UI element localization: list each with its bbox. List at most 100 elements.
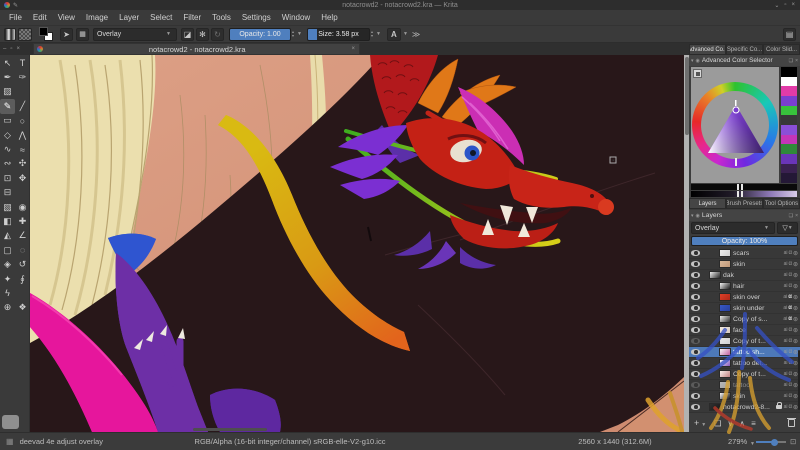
tool-bezier-curve[interactable]: ∿ xyxy=(0,142,15,156)
move-layer-down-button[interactable]: ∨ xyxy=(727,419,733,428)
layer-name[interactable]: Copy of t... xyxy=(733,338,782,345)
layer-visibility-icon[interactable] xyxy=(691,272,700,278)
canvas-only-button[interactable]: ⊡ xyxy=(790,437,796,446)
menu-layer[interactable]: Layer xyxy=(119,13,139,22)
size-caret-icon[interactable]: ▼ xyxy=(376,31,381,37)
alpha-inherit-icon[interactable]: ai xyxy=(784,393,788,399)
toolbox-grip[interactable] xyxy=(2,415,19,429)
tool-color-sampler[interactable]: ◉ xyxy=(15,200,30,214)
tool-pattern[interactable]: ▨ xyxy=(0,85,15,99)
layer-name[interactable]: skin under xyxy=(733,305,781,312)
alpha-inherit-icon[interactable]: ai xyxy=(784,283,788,289)
mirror-caret-icon[interactable]: ▼ xyxy=(403,31,408,37)
zoom-caret-icon[interactable]: ▼ xyxy=(750,441,755,447)
tool-bezier-select[interactable]: ∮ xyxy=(15,272,30,286)
dock-tab-layers[interactable]: Layers xyxy=(689,198,726,209)
layer-row-scars[interactable]: scarsaiα⊛ xyxy=(689,248,800,259)
layer-settings-icon[interactable]: ⊛ xyxy=(793,283,798,290)
layer-thumbnail[interactable] xyxy=(719,359,731,367)
tool-pan[interactable]: ❖ xyxy=(15,301,30,315)
tool-select-shapes[interactable]: ↖ xyxy=(0,56,15,70)
tool-freehand-brush[interactable]: ✎ xyxy=(0,99,15,113)
tool-multibrush[interactable]: ✣ xyxy=(15,157,30,171)
color-swatch-1[interactable] xyxy=(781,77,797,87)
layer-visibility-icon[interactable] xyxy=(691,250,700,256)
panel-tab-advanced-co[interactable]: Advanced Co... xyxy=(689,44,726,55)
subwindow-minimize-icon[interactable]: – xyxy=(3,46,6,52)
document-tab[interactable]: notacrowd2 - notacrowd2.kra × xyxy=(33,43,360,55)
float-icon[interactable]: ❏ xyxy=(789,213,793,219)
tool-polygon[interactable]: ◇ xyxy=(0,128,15,142)
alpha-inherit-icon[interactable]: ai xyxy=(784,327,788,333)
layer-name[interactable]: tattoo xyxy=(733,382,782,389)
tool-zoom[interactable]: ⊕ xyxy=(0,301,15,315)
menu-filter[interactable]: Filter xyxy=(183,13,201,22)
alpha-inherit-icon[interactable]: ai xyxy=(784,382,788,388)
layer-name[interactable]: skin over xyxy=(733,294,781,301)
layer-settings-icon[interactable]: ⊛ xyxy=(793,316,798,323)
layers-header[interactable]: ▾ ◉ Layers ❏ × xyxy=(689,210,800,221)
layer-name[interactable]: scars xyxy=(733,250,782,257)
color-wheel-area[interactable] xyxy=(691,67,779,183)
layer-row-face[interactable]: faceaiα⊛ xyxy=(689,325,800,336)
size-spinner[interactable]: ▴▾ xyxy=(371,30,373,38)
tool-polygon-select[interactable]: ◈ xyxy=(0,257,15,271)
color-swatch-10[interactable] xyxy=(781,164,797,174)
blend-mode-dropdown[interactable]: Overlay ▼ xyxy=(93,28,177,41)
layer-properties-button[interactable]: ≡ xyxy=(751,419,756,428)
tool-freehand-select[interactable]: ↺ xyxy=(15,257,30,271)
tool-calligraphy[interactable]: ✑ xyxy=(15,70,30,84)
tool-rect-select[interactable]: ▢ xyxy=(0,243,15,257)
layer-row-dak[interactable]: dakaiα⊛ xyxy=(689,270,800,281)
color-swatch-2[interactable] xyxy=(781,86,797,96)
tool-smart-patch[interactable]: ✚ xyxy=(15,214,30,228)
layer-visibility-icon[interactable] xyxy=(691,294,700,300)
tool-transform[interactable]: ⊡ xyxy=(0,171,15,185)
alpha-lock-icon[interactable]: α xyxy=(788,305,792,311)
layer-visibility-icon[interactable] xyxy=(691,382,700,388)
layer-thumbnail[interactable] xyxy=(719,249,731,257)
tool-gradient[interactable]: ▧ xyxy=(0,200,15,214)
alpha-inherit-icon[interactable]: ai xyxy=(784,404,788,410)
alpha-lock-icon[interactable]: α xyxy=(789,393,792,399)
menu-image[interactable]: Image xyxy=(86,13,108,22)
alpha-lock-icon[interactable]: α xyxy=(789,371,792,377)
alpha-inherit-icon[interactable]: ai xyxy=(783,305,787,311)
brush-presets-grid-icon[interactable]: ▦ xyxy=(76,28,89,41)
alpha-inherit-icon[interactable]: ai xyxy=(784,371,788,377)
layer-group-thumbnail[interactable] xyxy=(709,271,721,279)
collapse-icon[interactable]: ▾ xyxy=(691,58,694,64)
layer-thumbnail[interactable] xyxy=(709,403,721,411)
layer-visibility-icon[interactable] xyxy=(691,305,700,311)
color-swatch-0[interactable] xyxy=(781,67,797,77)
layer-row-copy-of-t[interactable]: Copy of t...aiα⊛ xyxy=(689,369,800,380)
layer-blend-mode-dropdown[interactable]: Overlay ▼ xyxy=(691,222,775,234)
tool-move[interactable]: ✥ xyxy=(15,171,30,185)
layer-row-skin-under[interactable]: skin underaiα⊛ xyxy=(689,303,800,314)
layer-row-copy-of-s[interactable]: Copy of s...aiα⊛ xyxy=(689,314,800,325)
brush-preset-name[interactable]: deevad 4e adjust overlay xyxy=(20,437,103,446)
layer-name[interactable]: Copy of t... xyxy=(733,371,782,378)
alpha-lock-icon[interactable]: α xyxy=(789,261,792,267)
layer-row-notacrowd2-8[interactable]: notacrowd2-8...aiα⊛ xyxy=(689,402,800,413)
layer-name[interactable]: skin xyxy=(733,393,782,400)
tool-assistants[interactable]: ◭ xyxy=(0,229,15,243)
subwindow-restore-icon[interactable]: ▫ xyxy=(10,46,12,52)
layer-thumbnail[interactable] xyxy=(719,260,731,268)
layer-name[interactable]: notacrowd2-8... xyxy=(723,404,774,411)
alpha-inherit-icon[interactable]: ai xyxy=(783,316,787,322)
color-selector-header[interactable]: ▾ ◉ Advanced Color Selector ❏ × xyxy=(689,55,800,66)
layer-row-copy-of-t[interactable]: Copy of t...aiα⊛ xyxy=(689,336,800,347)
sv-triangle[interactable] xyxy=(692,82,778,168)
refresh-button[interactable]: ↻ xyxy=(211,28,224,41)
move-layer-up-button[interactable]: ∧ xyxy=(739,419,745,428)
tool-freehand-path[interactable]: ≈ xyxy=(15,142,30,156)
layer-settings-icon[interactable]: ⊛ xyxy=(793,294,798,301)
fg-bg-color-swatch[interactable] xyxy=(39,27,53,41)
toolbar-overflow-icon[interactable]: ≫ xyxy=(412,30,420,39)
alpha-lock-icon[interactable]: α xyxy=(789,360,792,366)
layer-thumbnail[interactable] xyxy=(719,348,731,356)
tool-dynamic-brush[interactable]: ∾ xyxy=(0,157,15,171)
add-layer-button[interactable]: +▼ xyxy=(694,418,708,428)
color-swatch-4[interactable] xyxy=(781,106,797,116)
